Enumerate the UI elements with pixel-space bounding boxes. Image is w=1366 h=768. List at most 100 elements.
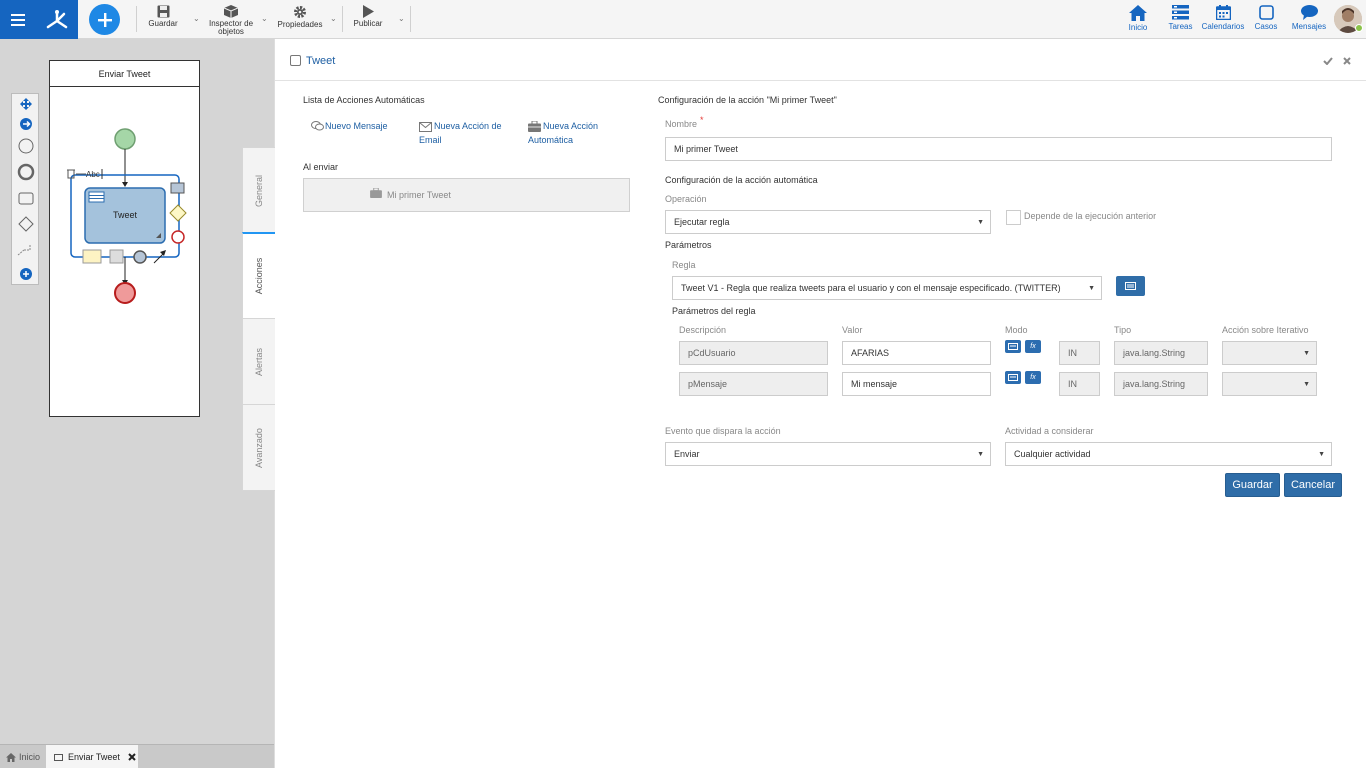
nav-mensajes-label: Mensajes: [1291, 22, 1327, 31]
tab-alertas[interactable]: Alertas: [242, 318, 275, 405]
row1-descripcion-value: pCdUsuario: [688, 348, 736, 358]
comments-icon: [311, 121, 324, 131]
row2-valor-value: Mi mensaje: [851, 379, 898, 389]
play-icon: [363, 5, 374, 18]
chevron-down-icon[interactable]: ⌄: [261, 14, 268, 23]
home-icon: [1129, 5, 1147, 21]
nuevo-mensaje-label: Nuevo Mensaje: [325, 121, 388, 131]
panel-header: Tweet: [275, 39, 1366, 81]
nav-casos[interactable]: Casos: [1254, 5, 1278, 31]
close-icon[interactable]: [128, 753, 136, 761]
row2-modo-value: IN: [1068, 379, 1077, 389]
operacion-value: Ejecutar regla: [674, 217, 730, 227]
row1-modo-value: IN: [1068, 348, 1077, 358]
cube-icon: [224, 5, 238, 18]
nombre-label: Nombre: [665, 119, 698, 129]
row1-accion-iterativo-select[interactable]: ▼: [1222, 341, 1317, 365]
logo-icon: [46, 9, 68, 28]
caret-down-icon: ▼: [1303, 350, 1310, 357]
envelope-icon: [419, 122, 432, 132]
tab-general[interactable]: General: [242, 147, 275, 234]
nombre-input[interactable]: Mi primer Tweet: [665, 137, 1332, 161]
bottom-tab-enviar-tweet[interactable]: Enviar Tweet: [46, 745, 138, 768]
propiedades-label: Propiedades: [277, 20, 323, 29]
nav-tareas[interactable]: Tareas: [1167, 5, 1194, 31]
nav-mensajes[interactable]: Mensajes: [1291, 5, 1327, 31]
pool-enviar-tweet[interactable]: Enviar Tweet Abc Tweet: [49, 60, 200, 417]
nav-inicio[interactable]: Inicio: [1126, 5, 1150, 32]
action-item-mi-primer-tweet[interactable]: Mi primer Tweet: [303, 178, 630, 212]
plus-icon: [97, 12, 112, 27]
toolbar-separator: [342, 6, 343, 32]
guardar-toolbar-label: Guardar: [148, 19, 178, 28]
bottom-tab-inicio[interactable]: Inicio: [6, 745, 44, 768]
col-valor: Valor: [842, 325, 863, 335]
gear-icon: [294, 6, 306, 18]
caret-down-icon: ▼: [1088, 285, 1095, 292]
regla-value: Tweet V1 - Regla que realiza tweets para…: [681, 283, 1061, 293]
chevron-down-icon[interactable]: ⌄: [330, 14, 337, 23]
add-button[interactable]: [89, 4, 120, 35]
guardar-toolbar-button[interactable]: Guardar: [146, 5, 180, 37]
publicar-button[interactable]: Publicar: [352, 5, 384, 37]
inspector-label-2: objetos: [218, 27, 244, 36]
actividad-value: Cualquier actividad: [1014, 449, 1091, 459]
nueva-auto-label-1: Nueva Acción: [543, 121, 599, 131]
toolbar-separator: [410, 6, 411, 32]
evento-label: Evento que dispara la acción: [665, 426, 781, 436]
row2-list-button[interactable]: [1005, 371, 1021, 384]
inspector-objetos-button[interactable]: Inspector de objetos: [206, 5, 256, 37]
row1-tipo: java.lang.String: [1114, 341, 1208, 365]
nuevo-mensaje-link[interactable]: Nuevo Mensaje: [311, 121, 388, 131]
top-toolbar: Guardar ⌄ Inspector de objetos ⌄ Propied…: [0, 0, 1366, 39]
start-event: [114, 128, 136, 150]
properties-panel: Tweet General Acciones Alertas Avanzado …: [242, 39, 1366, 768]
guardar-button[interactable]: Guardar: [1225, 473, 1280, 497]
col-tipo: Tipo: [1114, 325, 1132, 335]
row2-valor-input[interactable]: Mi mensaje: [842, 372, 991, 396]
row2-accion-iterativo-select[interactable]: ▼: [1222, 372, 1317, 396]
chevron-down-icon[interactable]: ⌄: [193, 14, 200, 23]
regla-select[interactable]: Tweet V1 - Regla que realiza tweets para…: [672, 276, 1102, 300]
pool-title: Enviar Tweet: [50, 61, 199, 87]
row1-list-button[interactable]: [1005, 340, 1021, 353]
tab-avanzado[interactable]: Avanzado: [242, 404, 275, 491]
tab-acciones[interactable]: Acciones: [242, 232, 275, 319]
action-item-label: Mi primer Tweet: [387, 190, 451, 200]
config-title: Configuración de la acción "Mi primer Tw…: [658, 95, 837, 105]
regla-label: Regla: [672, 260, 696, 270]
propiedades-button[interactable]: Propiedades: [276, 5, 324, 37]
close-icon[interactable]: [1343, 57, 1351, 65]
check-icon[interactable]: [1323, 57, 1333, 65]
nueva-auto-label-2: Automática: [528, 135, 574, 145]
hamburger-menu-button[interactable]: [0, 0, 36, 39]
briefcase-icon: [370, 188, 382, 198]
caret-down-icon: ▼: [1318, 451, 1325, 458]
actividad-select[interactable]: Cualquier actividad ▼: [1005, 442, 1332, 466]
nueva-email-label-2: Email: [419, 135, 442, 145]
chevron-down-icon[interactable]: ⌄: [398, 14, 405, 23]
depende-checkbox[interactable]: [1006, 210, 1021, 225]
cancelar-button[interactable]: Cancelar: [1284, 473, 1342, 497]
row2-fx-button[interactable]: fx: [1025, 371, 1041, 384]
tab-general-label: General: [254, 174, 264, 207]
tab-alertas-label: Alertas: [254, 347, 264, 376]
row1-valor-input[interactable]: AFARIAS: [842, 341, 991, 365]
bottom-tab-bar: Inicio Enviar Tweet: [0, 744, 274, 768]
nav-casos-label: Casos: [1254, 22, 1278, 31]
row1-fx-button[interactable]: fx: [1025, 340, 1041, 353]
tab-avanzado-label: Avanzado: [254, 427, 264, 468]
nav-tareas-label: Tareas: [1168, 22, 1193, 31]
hamburger-icon: [11, 13, 25, 26]
evento-select[interactable]: Enviar ▼: [665, 442, 991, 466]
nav-calendarios[interactable]: Calendarios: [1202, 5, 1244, 31]
regla-edit-button[interactable]: [1116, 276, 1145, 296]
app-logo[interactable]: [36, 0, 78, 39]
list-icon: [1008, 343, 1018, 350]
operacion-select[interactable]: Ejecutar regla ▼: [665, 210, 991, 234]
diagram-canvas[interactable]: Enviar Tweet Abc Tweet: [0, 39, 274, 744]
fx-icon: fx: [1030, 343, 1036, 350]
evento-value: Enviar: [674, 449, 700, 459]
task-checkbox-icon: [290, 55, 301, 66]
bottom-tab-inicio-label: Inicio: [19, 752, 41, 762]
